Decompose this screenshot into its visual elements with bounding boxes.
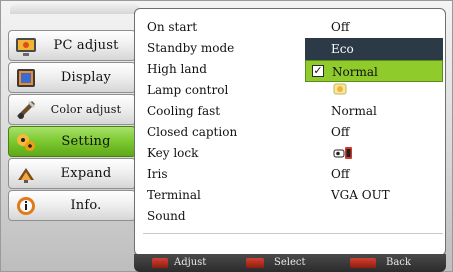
menu-item-expand[interactable]: Expand <box>8 158 136 189</box>
menu-item-info[interactable]: Info. <box>8 190 136 221</box>
setting-row-closed-caption[interactable]: Closed caption Off <box>135 122 445 142</box>
divider <box>143 233 443 234</box>
setting-label: Cooling fast <box>147 104 221 118</box>
setting-row-cooling-fast[interactable]: Cooling fast Normal <box>135 101 445 121</box>
setting-row-sound[interactable]: Sound <box>135 206 445 226</box>
menu-item-label: Setting <box>61 134 111 149</box>
setting-label: Standby mode <box>147 41 235 55</box>
menu-item-label: Color adjust <box>50 103 122 116</box>
color-adjust-icon <box>12 96 40 124</box>
settings-list: On start Off Standby mode High land Lamp… <box>135 9 445 234</box>
expand-icon <box>12 160 40 188</box>
setting-row-key-lock[interactable]: Key lock <box>135 143 445 163</box>
setting-label: Terminal <box>147 188 201 202</box>
setting-label: Lamp control <box>147 83 229 97</box>
setting-row-iris[interactable]: Iris Off <box>135 164 445 184</box>
menu-item-label: Display <box>60 70 112 85</box>
standby-option-normal[interactable]: ✓ Normal <box>305 60 443 82</box>
footer-bar: Adjust Select Back <box>134 254 446 272</box>
setting-value: Off <box>331 167 350 181</box>
setting-value: Off <box>331 125 350 139</box>
menu-item-pc-adjust[interactable]: PC adjust <box>8 30 136 61</box>
lamp-icon <box>333 82 347 102</box>
footer-back-label: Back <box>386 257 411 268</box>
setting-row-on-start[interactable]: On start Off <box>135 17 445 37</box>
setting-label: Closed caption <box>147 125 238 139</box>
setting-label: On start <box>147 20 198 34</box>
menu-item-display[interactable]: Display <box>8 62 136 93</box>
setting-row-lamp-control[interactable]: Lamp control <box>135 80 445 100</box>
option-label: Normal <box>332 65 378 79</box>
info-icon <box>12 192 40 220</box>
top-strip <box>10 4 140 14</box>
back-button-icon <box>350 258 376 268</box>
menu-item-label: PC adjust <box>53 38 119 53</box>
setting-label: High land <box>147 62 207 76</box>
select-button-icon <box>246 258 264 268</box>
option-label: Eco <box>331 42 354 56</box>
display-icon <box>12 64 40 92</box>
menu-item-label: Expand <box>60 166 112 181</box>
setting-label: Sound <box>147 209 186 223</box>
checkbox-checked-icon[interactable]: ✓ <box>312 65 324 77</box>
setting-value: Off <box>331 20 350 34</box>
setting-label: Iris <box>147 167 168 181</box>
footer-adjust-label: Adjust <box>174 257 207 268</box>
standby-option-eco[interactable]: Eco <box>305 38 443 60</box>
menu-item-color-adjust[interactable]: Color adjust <box>8 94 136 125</box>
setting-row-terminal[interactable]: Terminal VGA OUT <box>135 185 445 205</box>
setting-icon <box>12 128 40 156</box>
footer-select-label: Select <box>274 257 306 268</box>
setting-value: VGA OUT <box>331 188 390 202</box>
menu-item-setting[interactable]: Setting <box>8 126 136 157</box>
pc-adjust-icon <box>12 32 40 60</box>
setting-label: Key lock <box>147 146 199 160</box>
settings-panel: On start Off Standby mode High land Lamp… <box>134 8 446 256</box>
adjust-arrows-icon <box>152 258 168 268</box>
menu-item-label: Info. <box>70 198 102 213</box>
setting-value: Normal <box>331 104 377 118</box>
